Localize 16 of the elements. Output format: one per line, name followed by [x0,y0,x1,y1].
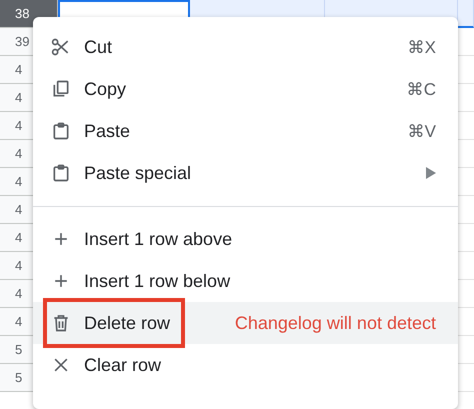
annotation-text: Changelog will not detect [234,312,436,334]
menu-item-label: Insert 1 row below [84,270,230,292]
clipboard-icon [51,163,71,183]
copy-icon [51,79,71,99]
scissors-icon [51,37,71,57]
clipboard-icon [51,121,71,141]
menu-item-label: Paste special [84,162,192,184]
menu-item-label: Cut [84,36,112,58]
menu-item-label: Clear row [84,354,162,376]
shortcut-text: ⌘V [408,120,436,142]
shortcut-text: ⌘X [408,36,436,58]
menu-item-label: Delete row [84,312,170,334]
menu-item-label: Copy [84,78,126,100]
shortcut-text: ⌘C [406,78,436,100]
menu-item-label: Insert 1 row above [84,228,232,250]
menu-item-label: Paste [84,120,130,142]
